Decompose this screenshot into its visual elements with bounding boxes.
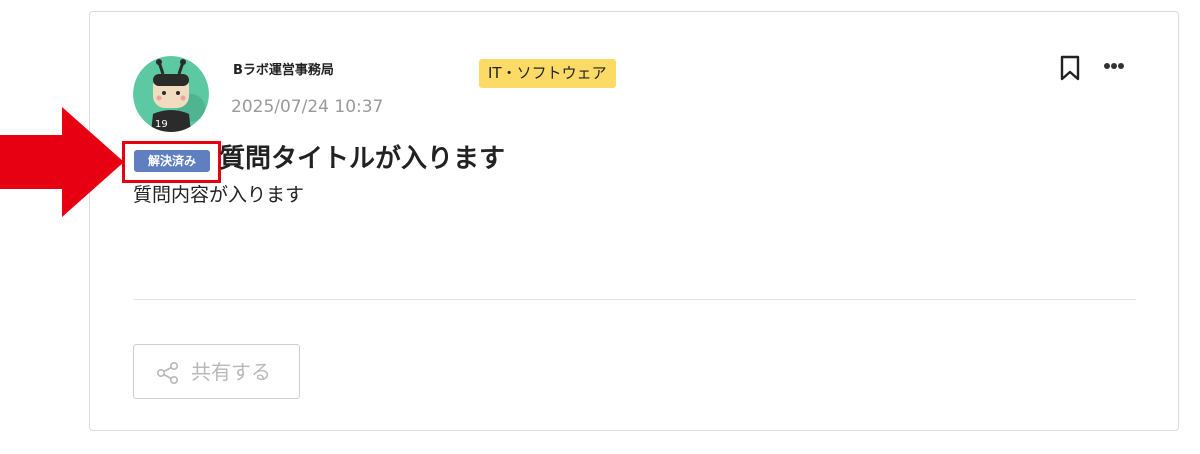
bookmark-button[interactable] (1059, 54, 1081, 82)
category-tag[interactable]: IT・ソフトウェア (479, 59, 616, 88)
share-label: 共有する (191, 360, 271, 384)
divider (133, 299, 1136, 300)
more-icon (1104, 63, 1124, 69)
share-button[interactable]: 共有する (133, 344, 300, 399)
more-options-button[interactable] (1100, 56, 1128, 76)
question-title[interactable]: 質問タイトルが入ります (219, 141, 505, 177)
bookmark-icon (1060, 55, 1080, 81)
avatar[interactable]: 19 (133, 56, 209, 132)
question-body: 質問内容が入ります (133, 184, 305, 206)
arrow-right-icon (0, 107, 124, 217)
share-icon (156, 361, 179, 385)
highlight-box (122, 141, 221, 183)
avatar-mascot-icon: 19 (133, 56, 209, 132)
author-name[interactable]: Bラボ運営事務局 (233, 62, 334, 80)
post-date: 2025/07/24 10:37 (231, 97, 384, 117)
avatar-number: 19 (155, 119, 168, 130)
page: 19 Bラボ運営事務局 2025/07/24 10:37 IT・ソフトウェア 解… (0, 0, 1200, 454)
